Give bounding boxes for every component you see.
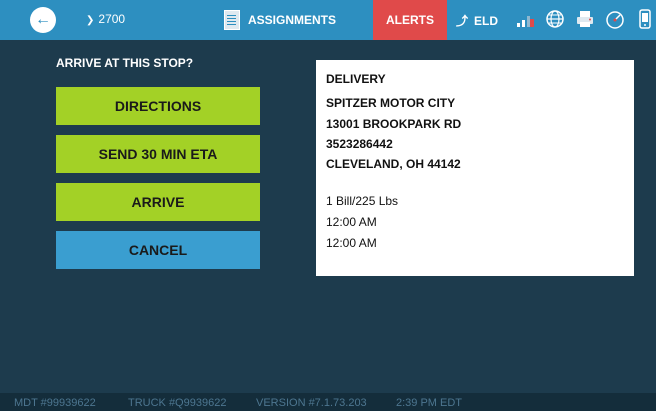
cancel-button[interactable]: CANCEL	[56, 231, 260, 269]
stop-phone: 3523286442	[326, 137, 393, 151]
gauge-icon[interactable]	[604, 8, 626, 30]
footer-bar: MDT #99939622 TRUCK #Q9939622 VERSION #7…	[0, 393, 656, 411]
stop-name: SPITZER MOTOR CITY	[326, 96, 456, 110]
arrive-prompt: ARRIVE AT THIS STOP?	[56, 56, 194, 70]
clock-time: 2:39 PM EDT	[396, 397, 463, 409]
truck-number: TRUCK #Q9939622	[128, 397, 227, 409]
stop-bill: 1 Bill/225 Lbs	[326, 194, 399, 208]
top-bar: ← ❯ 2700 ASSIGNMENTS ALERTS ⤴ ELD	[0, 0, 656, 40]
assignments-tab[interactable]: ASSIGNMENTS	[224, 0, 336, 40]
stop-time-2: 12:00 AM	[326, 236, 377, 250]
stop-street: 13001 BROOKPARK RD	[326, 117, 462, 131]
route-selector[interactable]: ❯ 2700	[86, 12, 125, 26]
arrive-button[interactable]: ARRIVE	[56, 183, 260, 221]
globe-icon[interactable]	[544, 8, 566, 30]
eld-label: ELD	[474, 14, 499, 28]
share-icon: ⤴	[456, 14, 469, 28]
back-button[interactable]: ←	[30, 7, 56, 33]
mdt-number: MDT #99939622	[14, 397, 96, 409]
stop-time-1: 12:00 AM	[326, 215, 377, 229]
status-icons	[514, 8, 656, 30]
stop-type: DELIVERY	[326, 72, 386, 86]
alerts-label: ALERTS	[386, 13, 434, 27]
chevron-right-icon: ❯	[86, 15, 95, 26]
route-number: 2700	[98, 12, 126, 26]
document-icon	[224, 10, 240, 30]
assignments-label: ASSIGNMENTS	[248, 13, 337, 27]
arrow-left-icon: ←	[35, 11, 51, 28]
eld-tab[interactable]: ⤴ ELD	[456, 12, 498, 29]
device-icon[interactable]	[634, 8, 656, 30]
alerts-tab[interactable]: ALERTS	[373, 0, 447, 40]
signal-icon[interactable]	[514, 8, 536, 30]
printer-icon[interactable]	[574, 8, 596, 30]
directions-button[interactable]: DIRECTIONS	[56, 87, 260, 125]
version-number: VERSION #7.1.73.203	[256, 397, 367, 409]
stop-details-card: DELIVERY SPITZER MOTOR CITY 13001 BROOKP…	[316, 60, 634, 276]
stop-city: CLEVELAND, OH 44142	[326, 157, 461, 171]
send-eta-button[interactable]: SEND 30 MIN ETA	[56, 135, 260, 173]
